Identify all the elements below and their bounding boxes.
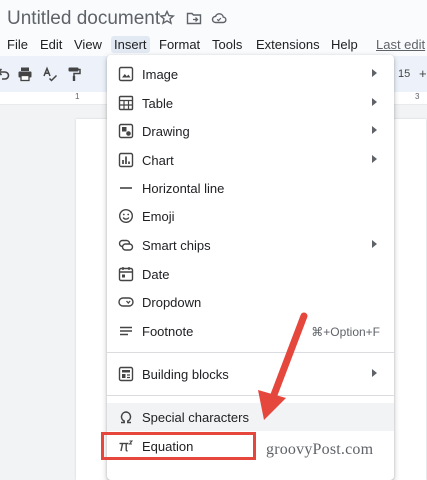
annotation-arrow-icon — [258, 312, 308, 420]
watermark: groovyPost.com — [266, 441, 374, 458]
